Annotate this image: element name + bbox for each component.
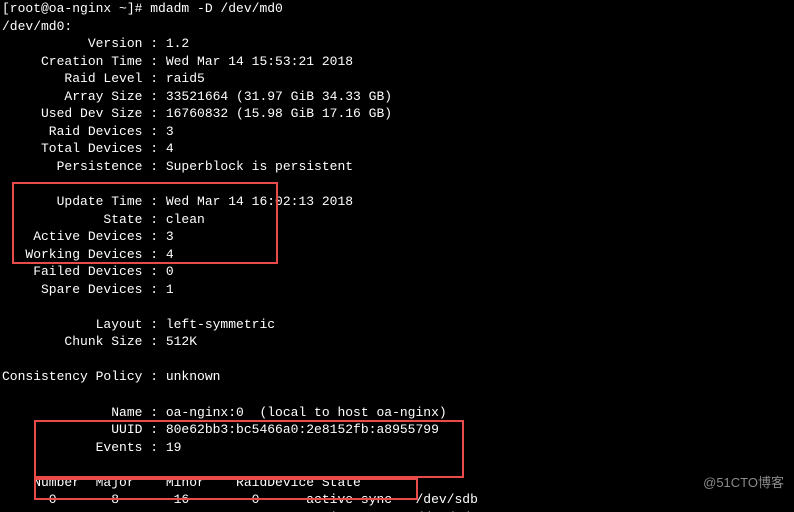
terminal-output: [root@oa-nginx ~]# mdadm -D /dev/md0 /de… [0,0,794,512]
watermark: @51CTO博客 [703,474,784,492]
